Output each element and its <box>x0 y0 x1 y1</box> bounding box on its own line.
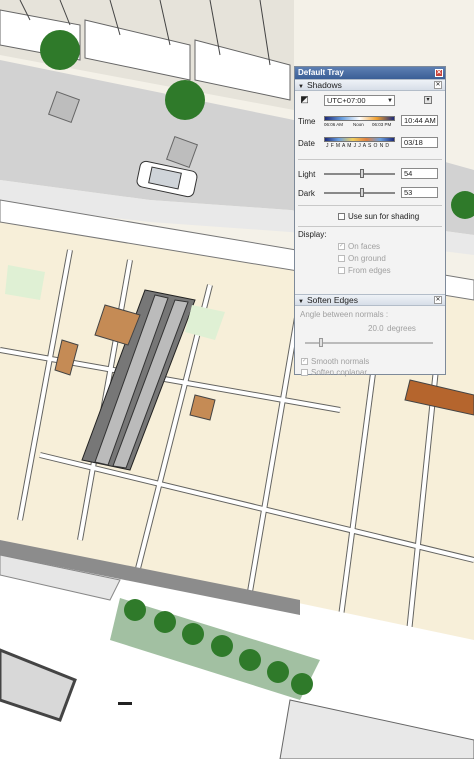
shadows-header-label: Shadows <box>306 80 342 90</box>
months-label: J F M A M J J A S O N D <box>326 143 390 149</box>
details-toggle-icon[interactable]: ▾ <box>424 96 432 104</box>
soften-coplanar-label: Soften coplanar <box>311 368 368 377</box>
light-slider-thumb[interactable] <box>360 169 365 178</box>
close-icon[interactable]: ✕ <box>435 69 443 77</box>
time-field[interactable]: 10:44 AM <box>401 115 438 126</box>
divider <box>298 205 442 206</box>
date-field[interactable]: 03/18 <box>401 137 438 148</box>
angle-label: Angle between normals : <box>300 310 389 319</box>
panel-close-icon[interactable]: ✕ <box>434 296 442 304</box>
panel-close-icon[interactable]: ✕ <box>434 81 442 89</box>
on-faces-checkbox[interactable]: ✓ <box>338 243 345 250</box>
divider <box>298 226 442 227</box>
angle-unit: degrees <box>387 324 416 333</box>
time-slider[interactable] <box>324 116 395 121</box>
dark-slider[interactable] <box>324 188 395 197</box>
shadows-panel: ◩ UTC+07:00 ▼ ▾ Time 06:06 AM Noon 06:03 … <box>295 91 445 275</box>
soften-edges-panel-header[interactable]: ▼ Soften Edges ✕ <box>295 294 445 306</box>
toggle-shadows-icon[interactable]: ◩ <box>300 95 309 104</box>
date-label: Date <box>298 139 315 148</box>
angle-value: 20.0 <box>368 324 384 333</box>
soften-coplanar-checkbox[interactable] <box>301 369 308 376</box>
on-ground-label: On ground <box>348 254 386 263</box>
divider <box>298 159 442 160</box>
angle-slider-thumb[interactable] <box>319 338 323 347</box>
collapse-triangle-icon: ▼ <box>298 84 304 90</box>
on-ground-checkbox[interactable] <box>338 255 345 262</box>
time-mid-label: Noon <box>353 122 364 127</box>
display-label: Display: <box>298 230 327 239</box>
time-min-label: 06:06 AM <box>324 122 344 127</box>
light-slider[interactable] <box>324 169 395 178</box>
smooth-normals-checkbox[interactable]: ✓ <box>301 358 308 365</box>
smooth-normals-label: Smooth normals <box>311 357 370 366</box>
default-tray: Default Tray ✕ ▼ Shadows ✕ ◩ UTC+07:00 ▼ ▾… <box>294 66 446 377</box>
dark-label: Dark <box>298 189 315 198</box>
tray-title: Default Tray <box>298 68 344 77</box>
from-edges-label: From edges <box>348 266 391 275</box>
tray-title-bar[interactable]: Default Tray ✕ <box>295 67 445 79</box>
timezone-select[interactable]: UTC+07:00 ▼ <box>324 95 395 106</box>
timezone-value: UTC+07:00 <box>327 96 366 105</box>
soften-edges-panel: Angle between normals : 20.0 degrees ✓ S… <box>295 306 445 386</box>
from-edges-checkbox[interactable] <box>338 267 345 274</box>
use-sun-label: Use sun for shading <box>348 212 420 221</box>
dark-slider-thumb[interactable] <box>359 188 364 197</box>
collapse-triangle-icon: ▼ <box>298 299 304 305</box>
date-slider[interactable] <box>324 137 395 142</box>
light-label: Light <box>298 170 316 179</box>
use-sun-checkbox[interactable] <box>338 213 345 220</box>
shadows-panel-header[interactable]: ▼ Shadows ✕ <box>295 79 445 91</box>
chevron-down-icon: ▼ <box>387 98 393 104</box>
dark-field[interactable]: 53 <box>401 187 438 198</box>
soften-header-label: Soften Edges <box>306 295 358 305</box>
light-field[interactable]: 54 <box>401 168 438 179</box>
time-max-label: 06:03 PM <box>372 122 392 127</box>
time-label: Time <box>298 117 316 126</box>
on-faces-label: On faces <box>348 242 381 251</box>
angle-slider[interactable] <box>305 338 433 347</box>
